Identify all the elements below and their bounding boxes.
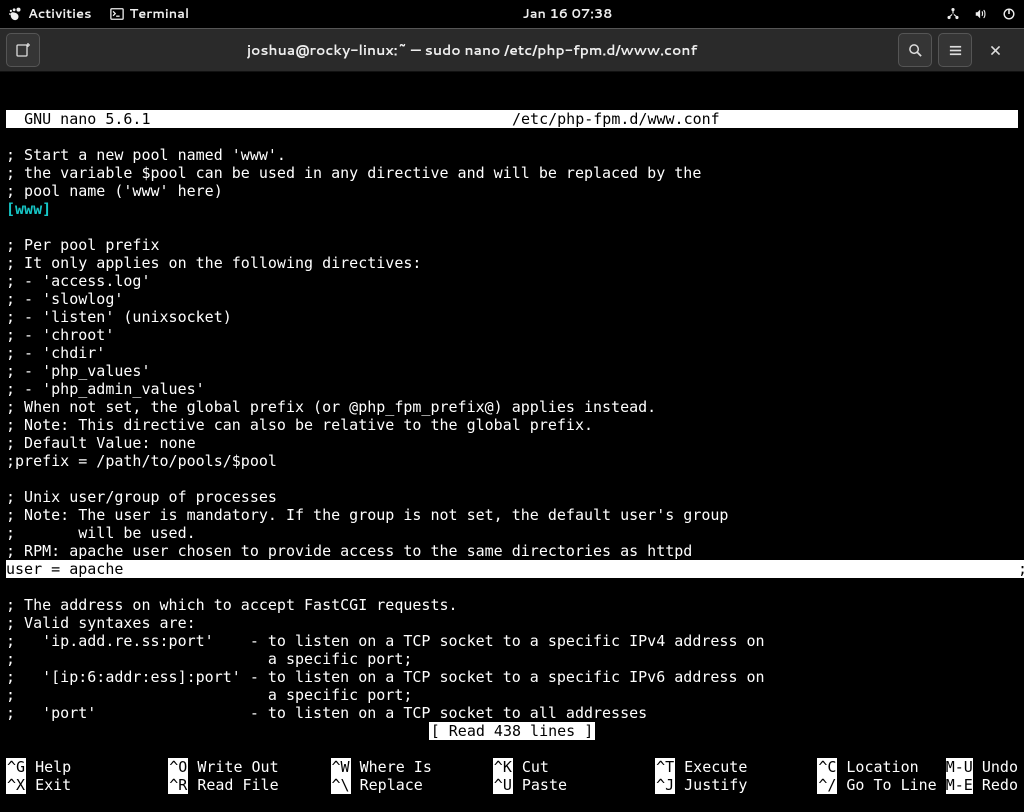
shortcut-writeout: ^OWrite Out xyxy=(168,758,330,776)
clock[interactable]: Jan 16 07:38 xyxy=(189,5,946,23)
shortcut-location: ^CLocation M-U Undo xyxy=(817,758,1018,776)
shortcut-justify: ^JJustify xyxy=(655,776,817,794)
nano-version: GNU nano 5.6.1 xyxy=(6,110,512,128)
shortcut-paste: ^UPaste xyxy=(493,776,655,794)
highlighted-line: user = apache xyxy=(6,560,1018,578)
menu-button[interactable] xyxy=(938,33,972,67)
shortcut-readfile: ^RRead File xyxy=(168,776,330,794)
network-icon xyxy=(946,7,960,21)
power-icon xyxy=(1002,7,1016,21)
app-menu[interactable]: Terminal xyxy=(110,5,190,23)
nano-titlebar: GNU nano 5.6.1 /etc/php-fpm.d/www.conf xyxy=(6,110,1018,128)
volume-icon xyxy=(974,7,988,21)
pool-section: [www] xyxy=(6,200,51,218)
new-tab-button[interactable] xyxy=(6,33,40,67)
app-menu-label: Terminal xyxy=(130,5,190,23)
gnome-logo-icon xyxy=(8,7,22,21)
shortcut-execute: ^TExecute xyxy=(655,758,817,776)
new-tab-icon xyxy=(15,42,31,58)
activities-label: Activities xyxy=(28,5,92,23)
activities-button[interactable]: Activities xyxy=(8,5,92,23)
terminal-content[interactable]: GNU nano 5.6.1 /etc/php-fpm.d/www.conf ;… xyxy=(0,72,1024,768)
close-button[interactable] xyxy=(978,33,1012,67)
nano-shortcuts-row1: ^GHelp ^OWrite Out ^WWhere Is ^KCut ^TEx… xyxy=(6,758,1018,794)
system-tray[interactable] xyxy=(946,7,1016,21)
search-button[interactable] xyxy=(898,33,932,67)
nano-status: [ Read 438 lines ] xyxy=(6,722,1018,740)
shortcut-whereis: ^WWhere Is xyxy=(331,758,493,776)
search-icon xyxy=(908,43,923,58)
file-line: ; Per pool prefix ; It only applies on t… xyxy=(6,236,728,560)
close-icon xyxy=(989,44,1002,57)
shortcut-replace: ^\Replace xyxy=(331,776,493,794)
file-line: ; Start a new pool named 'www'. ; the va… xyxy=(6,146,701,200)
gnome-topbar: Activities Terminal Jan 16 07:38 xyxy=(0,0,1024,28)
window-title: joshua@rocky-linux:~ — sudo nano /etc/ph… xyxy=(46,40,898,60)
window-titlebar: joshua@rocky-linux:~ — sudo nano /etc/ph… xyxy=(0,28,1024,72)
shortcut-cut: ^KCut xyxy=(493,758,655,776)
shortcut-gotoline: ^/Go To Line M-E Redo xyxy=(817,776,1018,794)
nano-filename: /etc/php-fpm.d/www.conf xyxy=(512,110,720,128)
terminal-icon xyxy=(110,7,124,21)
highlighted-line: ; RPM: Keep a group allowed to write in … xyxy=(1018,560,1024,578)
shortcut-help: ^GHelp xyxy=(6,758,168,776)
shortcut-exit: ^XExit xyxy=(6,776,168,794)
file-line: ; The address on which to accept FastCGI… xyxy=(6,596,765,722)
hamburger-icon xyxy=(948,43,963,58)
